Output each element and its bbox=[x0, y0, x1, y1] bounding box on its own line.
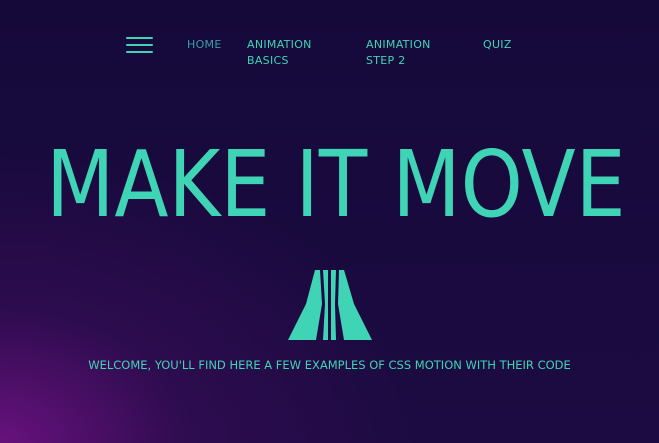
abstract-road-logo-icon bbox=[288, 270, 372, 340]
nav-link-home[interactable]: HOME bbox=[187, 37, 222, 53]
hero-title: MAKE IT MOVE bbox=[46, 131, 626, 238]
nav-link-label: HOME bbox=[187, 38, 222, 51]
nav-link-label: QUIZ bbox=[483, 38, 512, 51]
menu-bar bbox=[126, 51, 153, 53]
menu-bar bbox=[126, 44, 153, 46]
nav-link-label: ANIMATION bbox=[366, 38, 431, 51]
top-navigation: HOME ANIMATION BASICS ANIMATION STEP 2 Q… bbox=[0, 0, 659, 90]
nav-link-label: ANIMATION bbox=[247, 38, 312, 51]
hamburger-menu-icon[interactable] bbox=[126, 36, 154, 54]
menu-bar bbox=[126, 37, 153, 39]
nav-link-label: BASICS bbox=[247, 54, 289, 67]
welcome-message: WELCOME, YOU'LL FIND HERE A FEW EXAMPLES… bbox=[88, 358, 571, 372]
nav-link-animation-basics[interactable]: ANIMATION BASICS bbox=[247, 37, 312, 69]
nav-link-animation-step-2[interactable]: ANIMATION STEP 2 bbox=[366, 37, 431, 69]
nav-link-label: STEP 2 bbox=[366, 54, 406, 67]
nav-link-quiz[interactable]: QUIZ bbox=[483, 37, 512, 53]
